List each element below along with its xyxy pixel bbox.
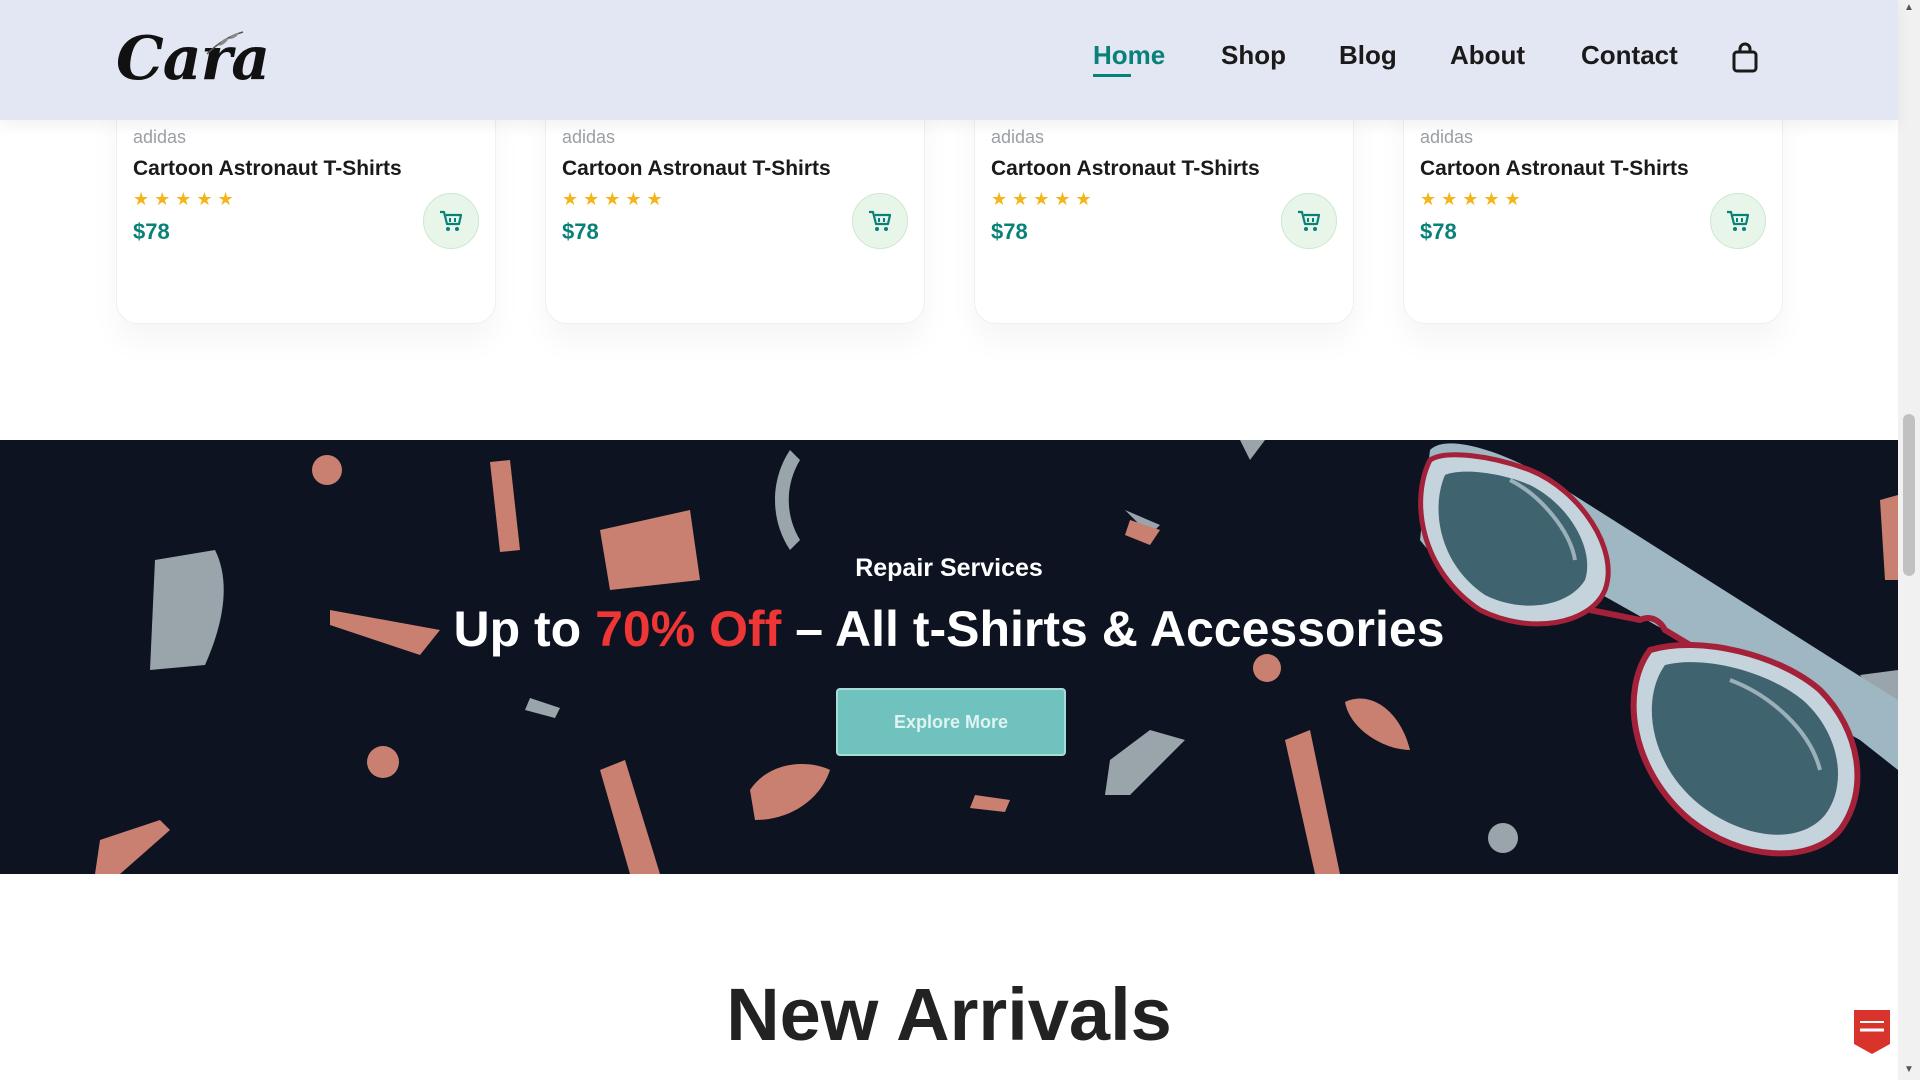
product-card[interactable]: adidas Cartoon Astronaut T-Shirts ★★★★★ … xyxy=(974,90,1354,324)
subscribe-badge-icon[interactable] xyxy=(1852,1008,1892,1056)
nav-blog[interactable]: Blog xyxy=(1339,40,1397,71)
banner-subtitle: Repair Services xyxy=(855,554,1043,582)
add-to-cart-button[interactable] xyxy=(423,193,479,249)
nav-about[interactable]: About xyxy=(1450,40,1525,71)
active-nav-underline xyxy=(1093,74,1131,77)
nav-contact[interactable]: Contact xyxy=(1581,40,1678,71)
product-title: Cartoon Astronaut T-Shirts xyxy=(133,157,402,180)
site-header: Cara Home Shop Blog About Contact xyxy=(0,0,1898,120)
add-to-cart-button[interactable] xyxy=(1281,193,1337,249)
shopping-bag-icon[interactable] xyxy=(1731,42,1759,74)
cart-icon xyxy=(440,210,463,231)
product-brand: adidas xyxy=(1420,127,1474,147)
product-price: $78 xyxy=(562,219,599,244)
product-card[interactable]: adidas Cartoon Astronaut T-Shirts ★★★★★ … xyxy=(116,90,496,324)
main-nav: Home Shop Blog About Contact xyxy=(0,40,1898,80)
product-brand: adidas xyxy=(562,127,616,147)
nav-home[interactable]: Home xyxy=(1093,40,1165,71)
banner-title-suffix: – All t-Shirts & Accessories xyxy=(781,601,1445,657)
star-rating: ★★★★★ xyxy=(562,189,668,209)
add-to-cart-button[interactable] xyxy=(852,193,908,249)
product-price: $78 xyxy=(1420,219,1457,244)
product-brand: adidas xyxy=(133,127,187,147)
banner-title: Up to 70% Off – All t-Shirts & Accessori… xyxy=(0,600,1898,658)
cart-icon xyxy=(869,210,892,231)
star-rating: ★★★★★ xyxy=(133,189,239,209)
add-to-cart-button[interactable] xyxy=(1710,193,1766,249)
product-card[interactable]: adidas Cartoon Astronaut T-Shirts ★★★★★ … xyxy=(1403,90,1783,324)
product-brand: adidas xyxy=(991,127,1045,147)
scroll-down-icon[interactable]: ▼ xyxy=(1903,1064,1915,1075)
star-rating: ★★★★★ xyxy=(991,189,1097,209)
scrollbar-thumb[interactable] xyxy=(1903,414,1915,576)
nav-shop[interactable]: Shop xyxy=(1221,40,1286,71)
product-card[interactable]: adidas Cartoon Astronaut T-Shirts ★★★★★ … xyxy=(545,90,925,324)
star-rating: ★★★★★ xyxy=(1420,189,1526,209)
banner-discount-highlight: 70% Off xyxy=(595,601,782,657)
scroll-up-icon[interactable]: ▲ xyxy=(1903,2,1915,13)
banner-title-prefix: Up to xyxy=(453,601,596,657)
section-title: New Arrivals xyxy=(726,973,1172,1056)
product-price: $78 xyxy=(991,219,1028,244)
product-title: Cartoon Astronaut T-Shirts xyxy=(991,157,1260,180)
product-list: adidas Cartoon Astronaut T-Shirts ★★★★★ … xyxy=(0,90,1898,324)
product-price: $78 xyxy=(133,219,170,244)
explore-more-button[interactable]: Explore More xyxy=(836,688,1066,756)
cart-icon xyxy=(1727,210,1750,231)
cart-icon xyxy=(1298,210,1321,231)
product-title: Cartoon Astronaut T-Shirts xyxy=(1420,157,1689,180)
promo-banner: Repair Services Up to 70% Off – All t-Sh… xyxy=(0,440,1898,874)
product-title: Cartoon Astronaut T-Shirts xyxy=(562,157,831,180)
